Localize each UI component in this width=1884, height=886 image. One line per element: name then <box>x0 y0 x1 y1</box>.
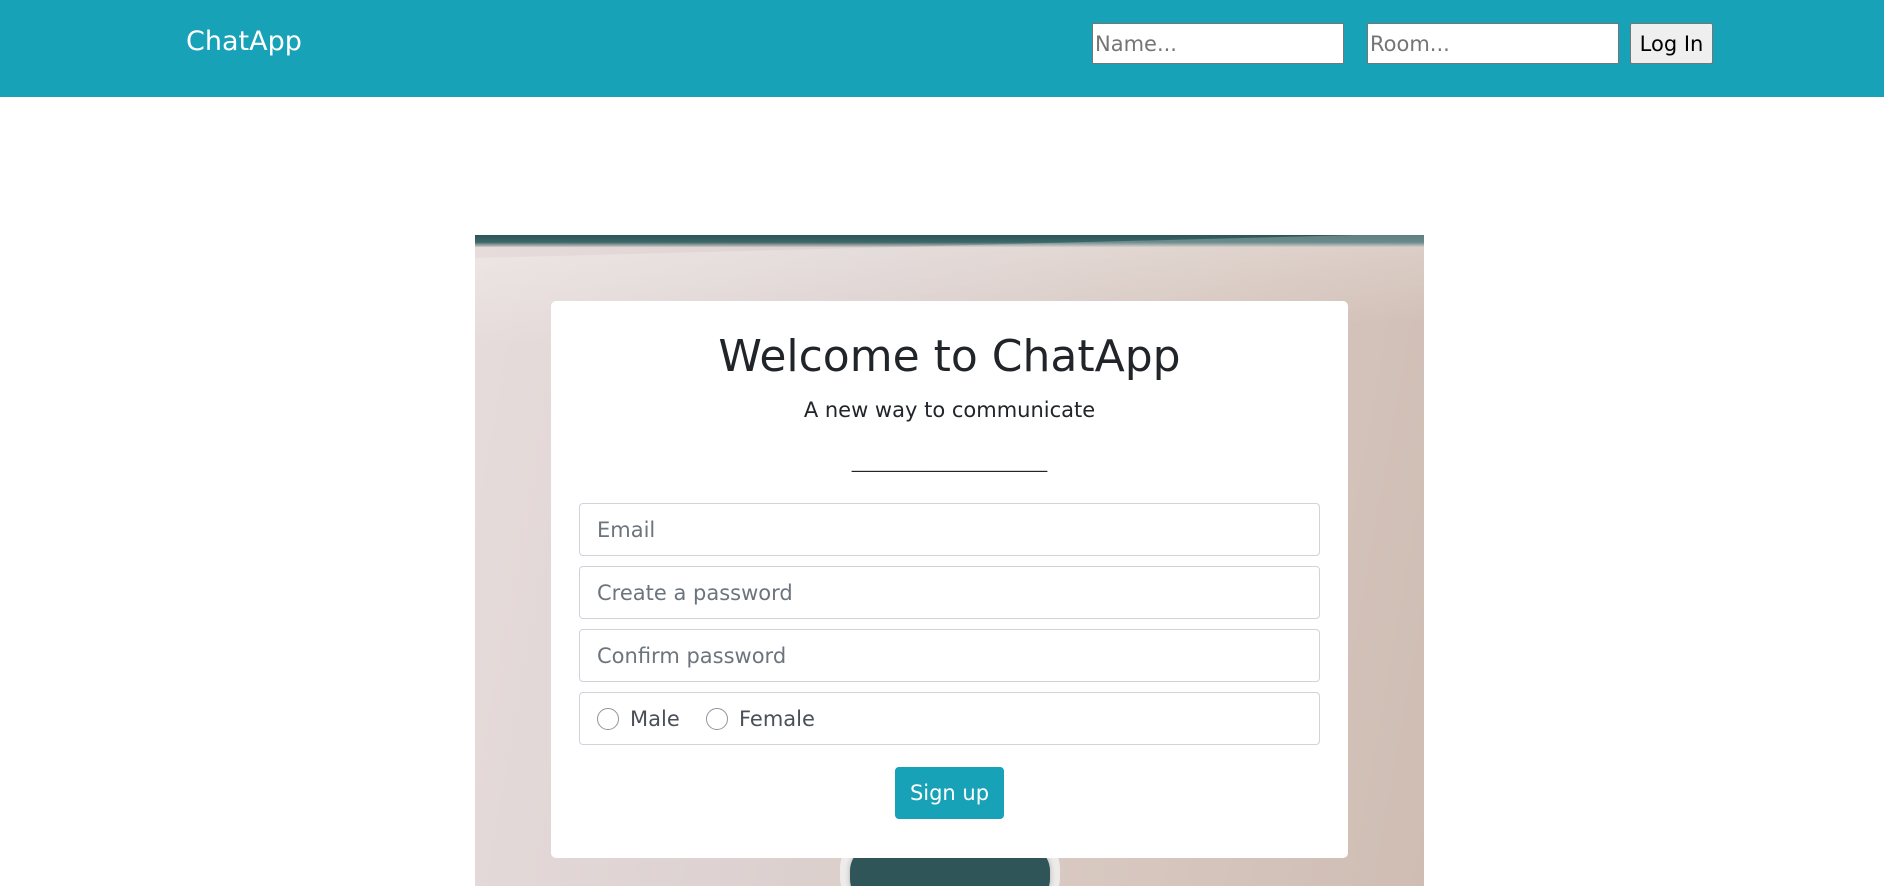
gender-option-male[interactable]: Male <box>597 693 680 744</box>
signup-button[interactable]: Sign up <box>895 767 1004 819</box>
room-input[interactable] <box>1367 23 1619 64</box>
email-field[interactable] <box>579 503 1320 556</box>
gender-option-female[interactable]: Female <box>706 693 815 744</box>
signup-card: Welcome to ChatApp A new way to communic… <box>551 301 1348 858</box>
name-input[interactable] <box>1092 23 1344 64</box>
female-radio-button[interactable] <box>706 707 728 730</box>
welcome-subtitle: A new way to communicate <box>803 398 1096 422</box>
create-password-field[interactable] <box>579 566 1320 619</box>
navbar: ChatApp Log In <box>0 0 1884 97</box>
female-radio-label: Female <box>739 706 815 731</box>
gender-radio-group: Male Female <box>579 692 1320 745</box>
confirm-password-field[interactable] <box>579 629 1320 682</box>
login-button[interactable]: Log In <box>1630 23 1713 64</box>
divider-line: _______________________ <box>851 453 1048 473</box>
welcome-title: Welcome to ChatApp <box>718 331 1181 382</box>
brand-logo-text[interactable]: ChatApp <box>186 26 302 57</box>
male-radio-label: Male <box>630 706 680 731</box>
male-radio-button[interactable] <box>597 707 619 730</box>
